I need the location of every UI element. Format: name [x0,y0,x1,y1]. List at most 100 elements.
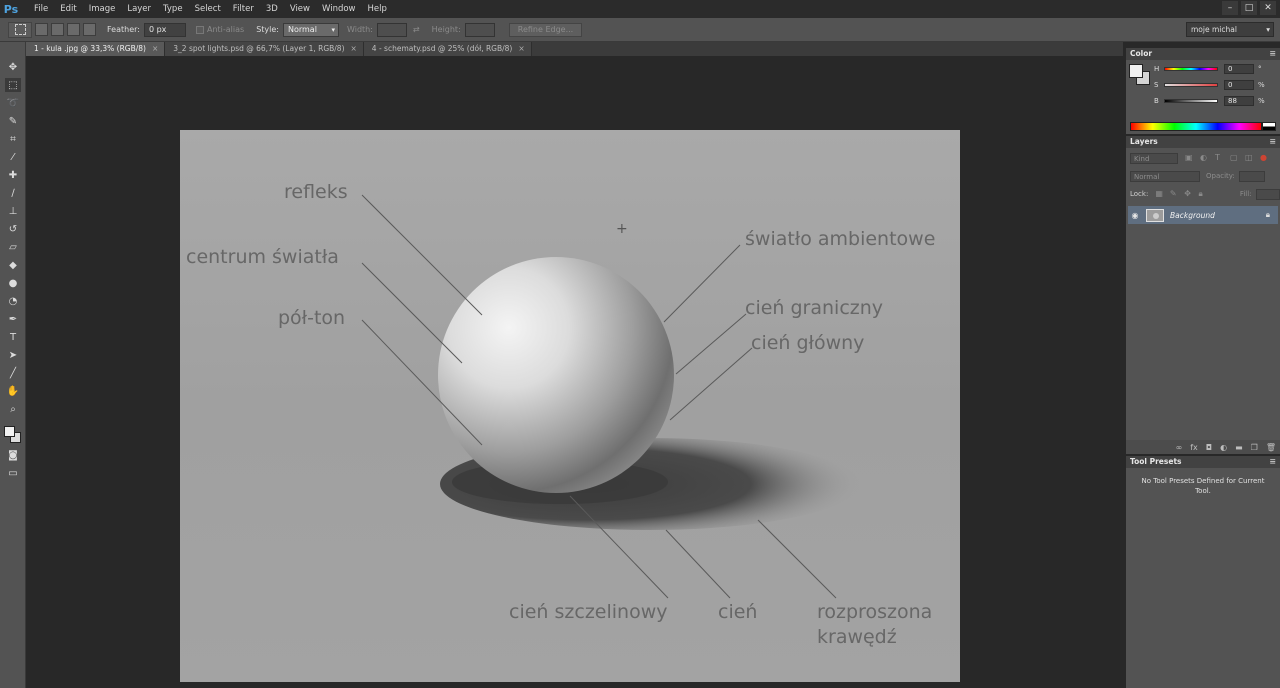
tool-preset-picker[interactable] [8,21,32,38]
hue-input[interactable]: 0 [1224,64,1254,74]
panel-menu-icon[interactable]: ≡ [1269,136,1276,148]
adjustment-filter-icon[interactable]: ◐ [1200,154,1208,162]
layer-filter-row: Kind ▣ ◐ T ▢ ◫ ● [1126,150,1280,166]
layer-style-icon[interactable]: fx [1190,443,1198,452]
link-layers-icon[interactable]: ∞ [1176,443,1183,452]
quick-mask-icon[interactable]: ◙ [5,448,21,462]
canvas-area[interactable]: refleks centrum światła pół-ton światło … [26,56,1123,688]
swap-icon[interactable]: ⇄ [413,25,420,34]
minimize-button[interactable]: – [1222,1,1238,15]
menu-filter[interactable]: Filter [227,0,260,18]
lock-all-icon[interactable]: 🔒︎ [1199,190,1206,198]
new-selection-mode[interactable] [35,23,48,36]
type-filter-icon[interactable]: T [1215,154,1223,162]
panel-menu-icon[interactable]: ≡ [1269,456,1276,468]
move-tool-icon[interactable]: ✥ [5,60,21,74]
lock-position-icon[interactable]: ✥ [1184,190,1191,198]
hue-slider[interactable] [1164,67,1218,71]
delete-layer-icon[interactable]: 🗑︎ [1266,443,1276,452]
width-input[interactable] [376,22,407,37]
shape-filter-icon[interactable]: ▢ [1230,154,1238,162]
menu-edit[interactable]: Edit [54,0,82,18]
brightness-slider[interactable] [1164,99,1218,103]
foreground-color-swatch[interactable] [4,426,15,437]
crop-tool-icon[interactable]: ⌗ [5,132,21,146]
saturation-slider[interactable] [1164,83,1218,87]
layer-row-background[interactable]: ◉ Background 🔒︎ [1128,206,1278,224]
menu-layer[interactable]: Layer [121,0,157,18]
opacity-input[interactable] [1238,170,1265,182]
subtract-selection-mode[interactable] [67,23,80,36]
document-tabs: 1 - kula .jpg @ 33,3% (RGB/8) × 3_2 spot … [26,42,1123,56]
blend-mode-select[interactable]: Normal [1130,170,1200,182]
black-white-swatch[interactable] [1262,122,1276,131]
pixel-filter-icon[interactable]: ▣ [1185,154,1193,162]
quick-select-tool-icon[interactable]: ✎ [5,114,21,128]
feather-input[interactable]: 0 px [143,22,186,37]
close-icon[interactable]: × [351,44,357,53]
right-panels: Color ≡ H 0 ° S 0 % B 88 % Layers ≡ Kind… [1124,42,1280,688]
antialias-checkbox[interactable] [195,25,204,34]
paint-bucket-icon[interactable]: ◆ [5,258,21,272]
kind-filter-select[interactable]: Kind [1130,152,1178,164]
close-button[interactable]: ✕ [1260,1,1276,15]
stamp-tool-icon[interactable]: ⊥ [5,204,21,218]
tab-schematy[interactable]: 4 - schematy.psd @ 25% (dół, RGB/8) × [363,42,532,56]
layers-panel-header: Layers ≡ [1126,136,1280,148]
add-mask-icon[interactable]: ◘ [1206,443,1212,452]
brush-tool-icon[interactable]: ∕ [5,186,21,200]
menu-view[interactable]: View [284,0,316,18]
document-canvas[interactable]: refleks centrum światła pół-ton światło … [180,130,960,682]
eraser-tool-icon[interactable]: ▱ [5,240,21,254]
eyedropper-tool-icon[interactable]: ⁄ [5,150,21,164]
type-tool-icon[interactable]: T [5,330,21,344]
style-select[interactable]: Normal [282,22,339,37]
new-layer-icon[interactable]: ❐ [1251,443,1258,452]
blur-tool-icon[interactable]: ● [5,276,21,290]
intersect-selection-mode[interactable] [83,23,96,36]
history-brush-icon[interactable]: ↺ [5,222,21,236]
close-icon[interactable]: × [518,44,524,53]
menu-file[interactable]: File [28,0,54,18]
screen-mode-icon[interactable]: ▭ [5,466,21,480]
lock-transparent-icon[interactable]: ▦ [1155,190,1163,198]
filter-toggle-icon[interactable]: ● [1260,154,1268,162]
menu-image[interactable]: Image [83,0,122,18]
healing-tool-icon[interactable]: ✚ [5,168,21,182]
panel-menu-icon[interactable]: ≡ [1269,48,1276,60]
marquee-icon [14,24,26,35]
menu-help[interactable]: Help [362,0,393,18]
menu-select[interactable]: Select [189,0,227,18]
saturation-input[interactable]: 0 [1224,80,1254,90]
marquee-tool-icon[interactable]: ⬚ [5,78,21,92]
adjustment-layer-icon[interactable]: ◐ [1220,443,1227,452]
workspace-select[interactable]: moje michal [1186,22,1274,37]
maximize-button[interactable]: □ [1241,1,1257,15]
lasso-tool-icon[interactable]: ➰ [5,96,21,110]
zoom-tool-icon[interactable]: ⌕ [5,402,21,416]
tab-spot-lights[interactable]: 3_2 spot lights.psd @ 66,7% (Layer 1, RG… [165,42,364,56]
refine-edge-button[interactable]: Refine Edge... [508,22,583,37]
hand-tool-icon[interactable]: ✋ [5,384,21,398]
brightness-input[interactable]: 88 [1224,96,1254,106]
line-tool-icon[interactable]: ╱ [5,366,21,380]
close-icon[interactable]: × [152,44,158,53]
dodge-tool-icon[interactable]: ◔ [5,294,21,308]
height-input[interactable] [464,22,495,37]
tab-label: 4 - schematy.psd @ 25% (dół, RGB/8) [371,44,513,53]
menu-type[interactable]: Type [157,0,189,18]
visibility-eye-icon[interactable]: ◉ [1128,211,1142,220]
path-select-icon[interactable]: ➤ [5,348,21,362]
lock-image-icon[interactable]: ✎ [1170,190,1177,198]
color-spectrum-bar[interactable] [1130,122,1262,131]
label-krawedz: krawędź [817,626,897,648]
smart-filter-icon[interactable]: ◫ [1245,154,1253,162]
tab-kula[interactable]: 1 - kula .jpg @ 33,3% (RGB/8) × [26,42,166,56]
new-group-icon[interactable]: ▬ [1235,443,1243,452]
add-selection-mode[interactable] [51,23,64,36]
color-foreground-swatch[interactable] [1129,64,1143,78]
menu-3d[interactable]: 3D [260,0,284,18]
fill-input[interactable] [1255,188,1280,200]
menu-window[interactable]: Window [316,0,362,18]
pen-tool-icon[interactable]: ✒ [5,312,21,326]
